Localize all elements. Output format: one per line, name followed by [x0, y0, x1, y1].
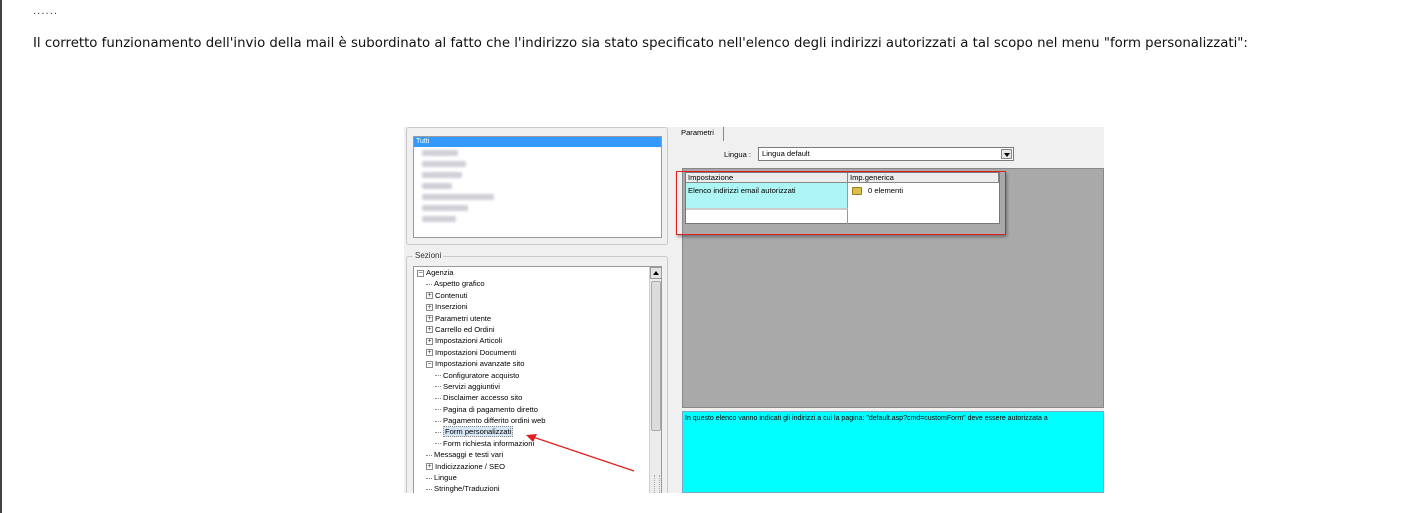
expand-icon[interactable]: + [426, 463, 433, 471]
tree-connector [435, 431, 441, 433]
tree-connector [426, 454, 432, 456]
tree-item[interactable]: Lingue [414, 472, 661, 483]
redacted-item [422, 183, 452, 189]
tree-item[interactable]: + Impostazioni Articoli [414, 335, 661, 346]
expand-icon[interactable]: + [426, 349, 433, 357]
scroll-up-icon[interactable] [650, 267, 661, 279]
tree-item[interactable]: + Inserzioni [414, 301, 661, 312]
tree-item[interactable]: Messaggi e testi vari [414, 449, 661, 460]
tree-connector [435, 375, 441, 377]
redacted-item [422, 172, 462, 178]
area-list-panel: Tutti [406, 127, 668, 245]
tree-item[interactable]: − Agenzia [414, 267, 661, 278]
tree-connector [426, 283, 432, 285]
tree-connector [435, 386, 441, 388]
tree-item[interactable]: + Carrello ed Ordini [414, 324, 661, 335]
tree-item-label: Carrello ed Ordini [435, 324, 495, 334]
splitter-grip[interactable] [654, 475, 660, 493]
tree-item[interactable]: Disclaimer accesso sito [414, 392, 661, 403]
tree-item-label: Parametri utente [435, 313, 492, 323]
tree-item-label: Messaggi e testi vari [434, 450, 504, 460]
tree-item-label: Form richiesta informazioni [443, 438, 535, 448]
redacted-item [422, 161, 466, 167]
tree-item-label: Disclaimer accesso sito [443, 393, 523, 403]
collapse-icon[interactable]: − [426, 360, 433, 368]
tree-item-label: Stringhe/Traduzioni [434, 484, 500, 493]
area-list[interactable]: Tutti [413, 136, 662, 238]
description-box: In questo elenco vanno indicati gli indi… [682, 411, 1104, 493]
tree-item-label: Inserzioni [435, 302, 468, 312]
sezioni-legend: Sezioni [413, 251, 444, 260]
highlight-box [676, 171, 1006, 235]
tree-item-label: Aspetto grafico [434, 279, 485, 289]
expand-icon[interactable]: + [426, 292, 433, 300]
tree-item[interactable]: Servizi aggiuntivi [414, 381, 661, 392]
tree-item-label: Impostazioni avanzate sito [435, 359, 525, 369]
sezioni-tree[interactable]: − Agenzia Aspetto grafico + Contenuti + Inserz… [413, 266, 662, 493]
collapse-icon[interactable]: − [417, 269, 424, 277]
expand-icon[interactable]: + [426, 337, 433, 345]
tree-connector [435, 443, 441, 445]
tree-item[interactable]: Pagamento differito ordini web [414, 415, 661, 426]
tree-item[interactable]: + Impostazioni Documenti [414, 347, 661, 358]
tree-item-label: Agenzia [426, 268, 454, 277]
tree-item-label: Indicizzazione / SEO [435, 461, 506, 471]
lingua-select[interactable]: Lingua default [758, 147, 1014, 161]
tree-item[interactable]: Pagina di pagamento diretto [414, 404, 661, 415]
lingua-label: Lingua : [724, 150, 752, 159]
chevron-down-icon[interactable] [1001, 149, 1012, 159]
tree-item-label: Form personalizzati [443, 426, 514, 438]
tab-parametri[interactable]: Parametri [678, 127, 724, 141]
redacted-item [422, 205, 468, 211]
tree-rows: − Agenzia Aspetto grafico + Contenuti + Inserz… [414, 267, 661, 493]
tree-connector [435, 420, 441, 422]
tree-connector [435, 397, 441, 399]
scroll-thumb[interactable] [651, 281, 661, 431]
sezioni-panel: Sezioni − Agenzia Aspetto grafico + Contenut… [406, 251, 668, 493]
tree-item[interactable]: − Impostazioni avanzate sito [414, 358, 661, 369]
tree-item[interactable]: + Indicizzazione / SEO [414, 461, 661, 472]
tree-item-label: Impostazioni Articoli [435, 336, 503, 346]
left-border [0, 0, 2, 513]
redacted-item [422, 216, 456, 222]
embedded-screenshot: Tutti Sezioni − Agenzia Aspetto grafico + Co… [404, 127, 1104, 493]
tree-item[interactable]: Configuratore acquisto [414, 370, 661, 381]
tree-item-label: Pagamento differito ordini web [443, 416, 546, 426]
ellipsis-text: ...... [33, 6, 59, 17]
tree-scrollbar[interactable] [649, 267, 661, 493]
tree-item[interactable]: Stringhe/Traduzioni [414, 483, 661, 493]
lingua-select-value: Lingua default [762, 149, 810, 158]
tree-item[interactable]: Form personalizzati [414, 426, 661, 438]
tree-item[interactable]: Aspetto grafico [414, 278, 661, 289]
expand-icon[interactable]: + [426, 326, 433, 334]
tree-item-label: Configuratore acquisto [443, 370, 520, 380]
tree-item[interactable]: + Parametri utente [414, 313, 661, 324]
tree-item-label: Pagina di pagamento diretto [443, 404, 538, 414]
expand-icon[interactable]: + [426, 315, 433, 323]
tree-item-label: Lingue [434, 473, 457, 483]
tree-connector [435, 409, 441, 411]
tree-connector [426, 477, 432, 479]
expand-icon[interactable]: + [426, 303, 433, 311]
tree-connector [426, 488, 432, 490]
tree-item[interactable]: + Contenuti [414, 290, 661, 301]
redacted-item [422, 194, 494, 200]
tree-item[interactable]: Form richiesta informazioni [414, 438, 661, 449]
redacted-item [422, 150, 458, 156]
tree-item-label: Contenuti [435, 290, 468, 300]
tree-item-label: Servizi aggiuntivi [443, 381, 500, 391]
area-list-item-selected[interactable]: Tutti [414, 137, 661, 147]
intro-paragraph: Il corretto funzionamento dell'invio del… [33, 36, 1248, 51]
tree-item-label: Impostazioni Documenti [435, 347, 517, 357]
